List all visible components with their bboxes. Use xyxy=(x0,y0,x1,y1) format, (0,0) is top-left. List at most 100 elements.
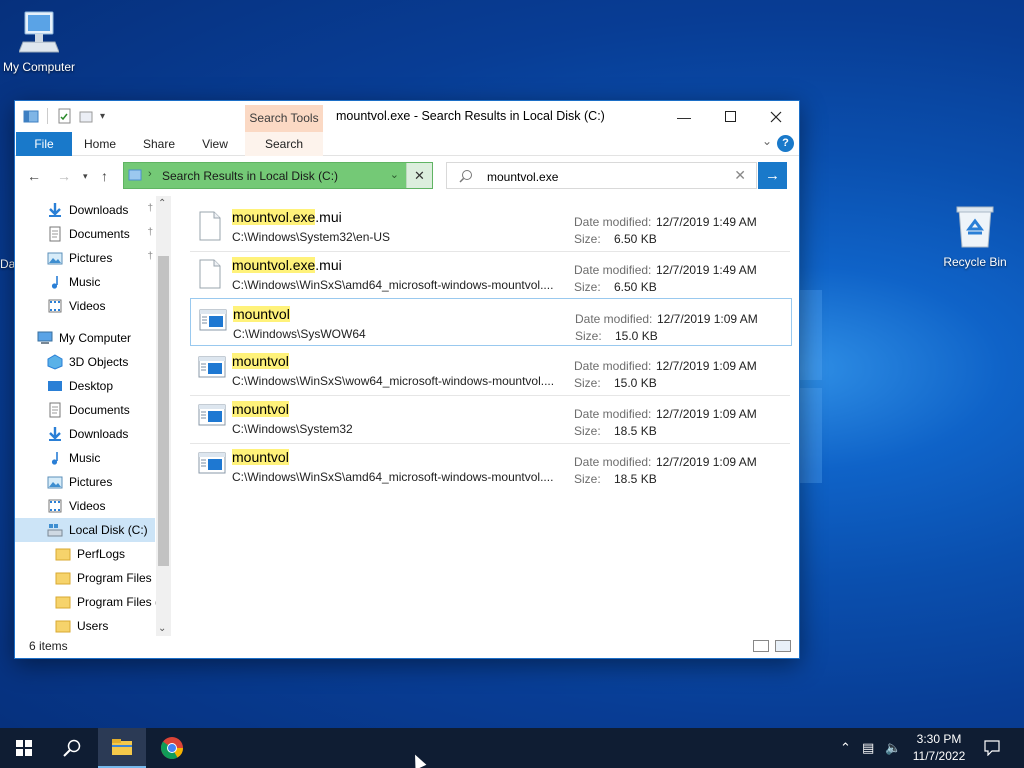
result-row[interactable]: mountvol.exe.mui C:\Windows\WinSxS\amd64_… xyxy=(190,250,792,298)
nav-item-documents[interactable]: Documents xyxy=(15,398,155,422)
nav-item-my-computer[interactable]: My Computer xyxy=(15,326,155,350)
search-taskbar-button[interactable] xyxy=(48,728,96,768)
nav-item-downloads[interactable]: Downloads † xyxy=(15,198,155,222)
action-center-button[interactable] xyxy=(968,728,1016,768)
forward-arrow-icon[interactable]: → xyxy=(57,168,71,184)
desktop-recycle-bin-label: Recycle Bin xyxy=(943,255,1007,269)
chrome-icon xyxy=(160,737,183,759)
nav-item-downloads[interactable]: Downloads xyxy=(15,422,155,446)
nav-item-label: PerfLogs xyxy=(77,547,126,561)
customize-toolbar-icon[interactable]: ▾ xyxy=(100,111,105,122)
help-icon[interactable]: ? xyxy=(777,135,794,152)
nav-item-3d-objects[interactable]: 3D Objects xyxy=(15,350,155,374)
title-bar[interactable]: ▾ Search Tools mountvol.exe - Search Res… xyxy=(15,101,799,132)
navigation-scrollbar[interactable]: ⌃ ⌄ xyxy=(156,196,171,636)
recent-locations-chevron-icon[interactable]: ▾ xyxy=(83,171,88,182)
music-icon xyxy=(47,450,63,466)
search-icon xyxy=(459,170,472,183)
tab-share[interactable]: Share xyxy=(137,132,181,156)
scroll-down-icon[interactable]: ⌄ xyxy=(158,623,166,634)
result-row[interactable]: mountvol C:\Windows\SysWOW64 Date modified… xyxy=(190,298,792,346)
result-row[interactable]: mountvol C:\Windows\WinSxS\wow64_microsof… xyxy=(190,346,792,394)
desktop-icon xyxy=(47,378,63,394)
search-results-folder-icon xyxy=(128,169,142,181)
properties-icon[interactable] xyxy=(56,108,72,124)
nav-item-videos[interactable]: Videos xyxy=(15,294,155,318)
application-file-icon xyxy=(199,308,227,338)
details-view-icon[interactable] xyxy=(753,640,769,652)
tab-home[interactable]: Home xyxy=(79,132,121,156)
nav-item-label: Pictures xyxy=(69,251,113,265)
result-row[interactable]: mountvol C:\Windows\WinSxS\amd64_microsof… xyxy=(190,442,792,490)
nav-item-pictures[interactable]: Pictures † xyxy=(15,246,155,270)
nav-item-music[interactable]: Music xyxy=(15,270,155,294)
close-button[interactable] xyxy=(753,101,799,132)
stop-search-icon[interactable]: ✕ xyxy=(406,163,432,188)
nav-item-label: 3D Objects xyxy=(69,355,129,369)
search-go-button[interactable]: → xyxy=(758,162,787,189)
volume-icon[interactable]: 🔈 xyxy=(885,740,901,756)
nav-item-label: Documents xyxy=(69,403,130,417)
nav-item-users[interactable]: Users xyxy=(15,614,155,636)
status-bar: 6 items xyxy=(15,634,799,658)
date-modified-value: 12/7/2019 1:49 AM xyxy=(656,215,757,229)
nav-item-local-disk-c[interactable]: Local Disk (C:) xyxy=(15,518,155,542)
nav-item-program-files[interactable]: Program Files xyxy=(15,566,155,590)
nav-item-documents[interactable]: Documents † xyxy=(15,222,155,246)
tab-view[interactable]: View xyxy=(195,132,235,156)
minimize-button[interactable]: — xyxy=(661,101,707,132)
maximize-button[interactable] xyxy=(707,101,753,132)
up-arrow-icon[interactable]: ↑ xyxy=(101,168,108,184)
tab-search[interactable]: Search xyxy=(245,132,323,156)
minimize-icon: — xyxy=(677,108,691,125)
pin-icon: † xyxy=(147,227,153,238)
new-folder-icon[interactable] xyxy=(78,108,94,124)
date-modified-label: Date modified: xyxy=(574,263,652,277)
result-path: C:\Windows\SysWOW64 xyxy=(233,327,366,341)
nav-item-music[interactable]: Music xyxy=(15,446,155,470)
window-folder-icon xyxy=(23,110,39,123)
nav-item-label: Documents xyxy=(69,227,130,241)
search-icon xyxy=(63,739,81,757)
search-tools-context-tab: Search Tools xyxy=(245,105,323,132)
desktop-recycle-bin[interactable]: Recycle Bin xyxy=(933,205,1017,269)
nav-item-label: Videos xyxy=(69,299,106,313)
search-input[interactable]: mountvol.exe ✕ xyxy=(446,162,757,189)
nav-item-perflogs[interactable]: PerfLogs xyxy=(15,542,155,566)
documents-icon xyxy=(47,226,63,242)
large-icons-view-icon[interactable] xyxy=(775,640,791,652)
address-dropdown-icon[interactable]: ⌄ xyxy=(390,168,399,181)
nav-item-program-files[interactable]: Program Files ( xyxy=(15,590,159,614)
nav-item-pictures[interactable]: Pictures xyxy=(15,470,155,494)
clear-search-icon[interactable]: ✕ xyxy=(734,167,746,184)
result-row[interactable]: mountvol C:\Windows\System32 Date modified… xyxy=(190,394,792,442)
nav-item-label: Music xyxy=(69,451,101,465)
search-match-highlight: mountvol.exe xyxy=(232,257,316,273)
size-label: Size: xyxy=(574,280,601,294)
back-arrow-icon[interactable]: ← xyxy=(27,168,41,184)
pictures-icon xyxy=(47,474,63,490)
file-explorer-taskbar-button[interactable] xyxy=(98,728,146,768)
folder-icon xyxy=(55,546,71,562)
show-hidden-icons-chevron-icon[interactable]: ⌃ xyxy=(840,740,851,756)
desktop-my-computer[interactable]: My Computer xyxy=(0,10,81,74)
ribbon-expand-icon[interactable]: ⌄ xyxy=(762,134,772,148)
start-button[interactable] xyxy=(0,728,48,768)
scrollbar-thumb[interactable] xyxy=(158,256,169,566)
result-row[interactable]: mountvol.exe.mui C:\Windows\System32\en-U… xyxy=(190,202,792,250)
address-bar[interactable]: › Search Results in Local Disk (C:) ⌄ ✕ xyxy=(123,162,433,189)
clock[interactable]: 3:30 PM 11/7/2022 xyxy=(905,731,973,765)
nav-item-label: Downloads xyxy=(69,427,129,441)
tab-file[interactable]: File xyxy=(16,132,72,156)
window-title: mountvol.exe - Search Results in Local D… xyxy=(336,109,605,123)
item-count: 6 items xyxy=(29,639,68,653)
date-modified-label: Date modified: xyxy=(575,312,653,326)
nav-item-videos[interactable]: Videos xyxy=(15,494,155,518)
application-file-icon xyxy=(198,403,226,433)
nav-item-desktop[interactable]: Desktop xyxy=(15,374,155,398)
nav-item-label: Pictures xyxy=(69,475,113,489)
network-icon[interactable]: ▤ xyxy=(862,740,874,756)
arrow-right-icon: → xyxy=(765,167,780,184)
chrome-taskbar-button[interactable] xyxy=(148,728,196,768)
scroll-up-icon[interactable]: ⌃ xyxy=(158,198,166,209)
